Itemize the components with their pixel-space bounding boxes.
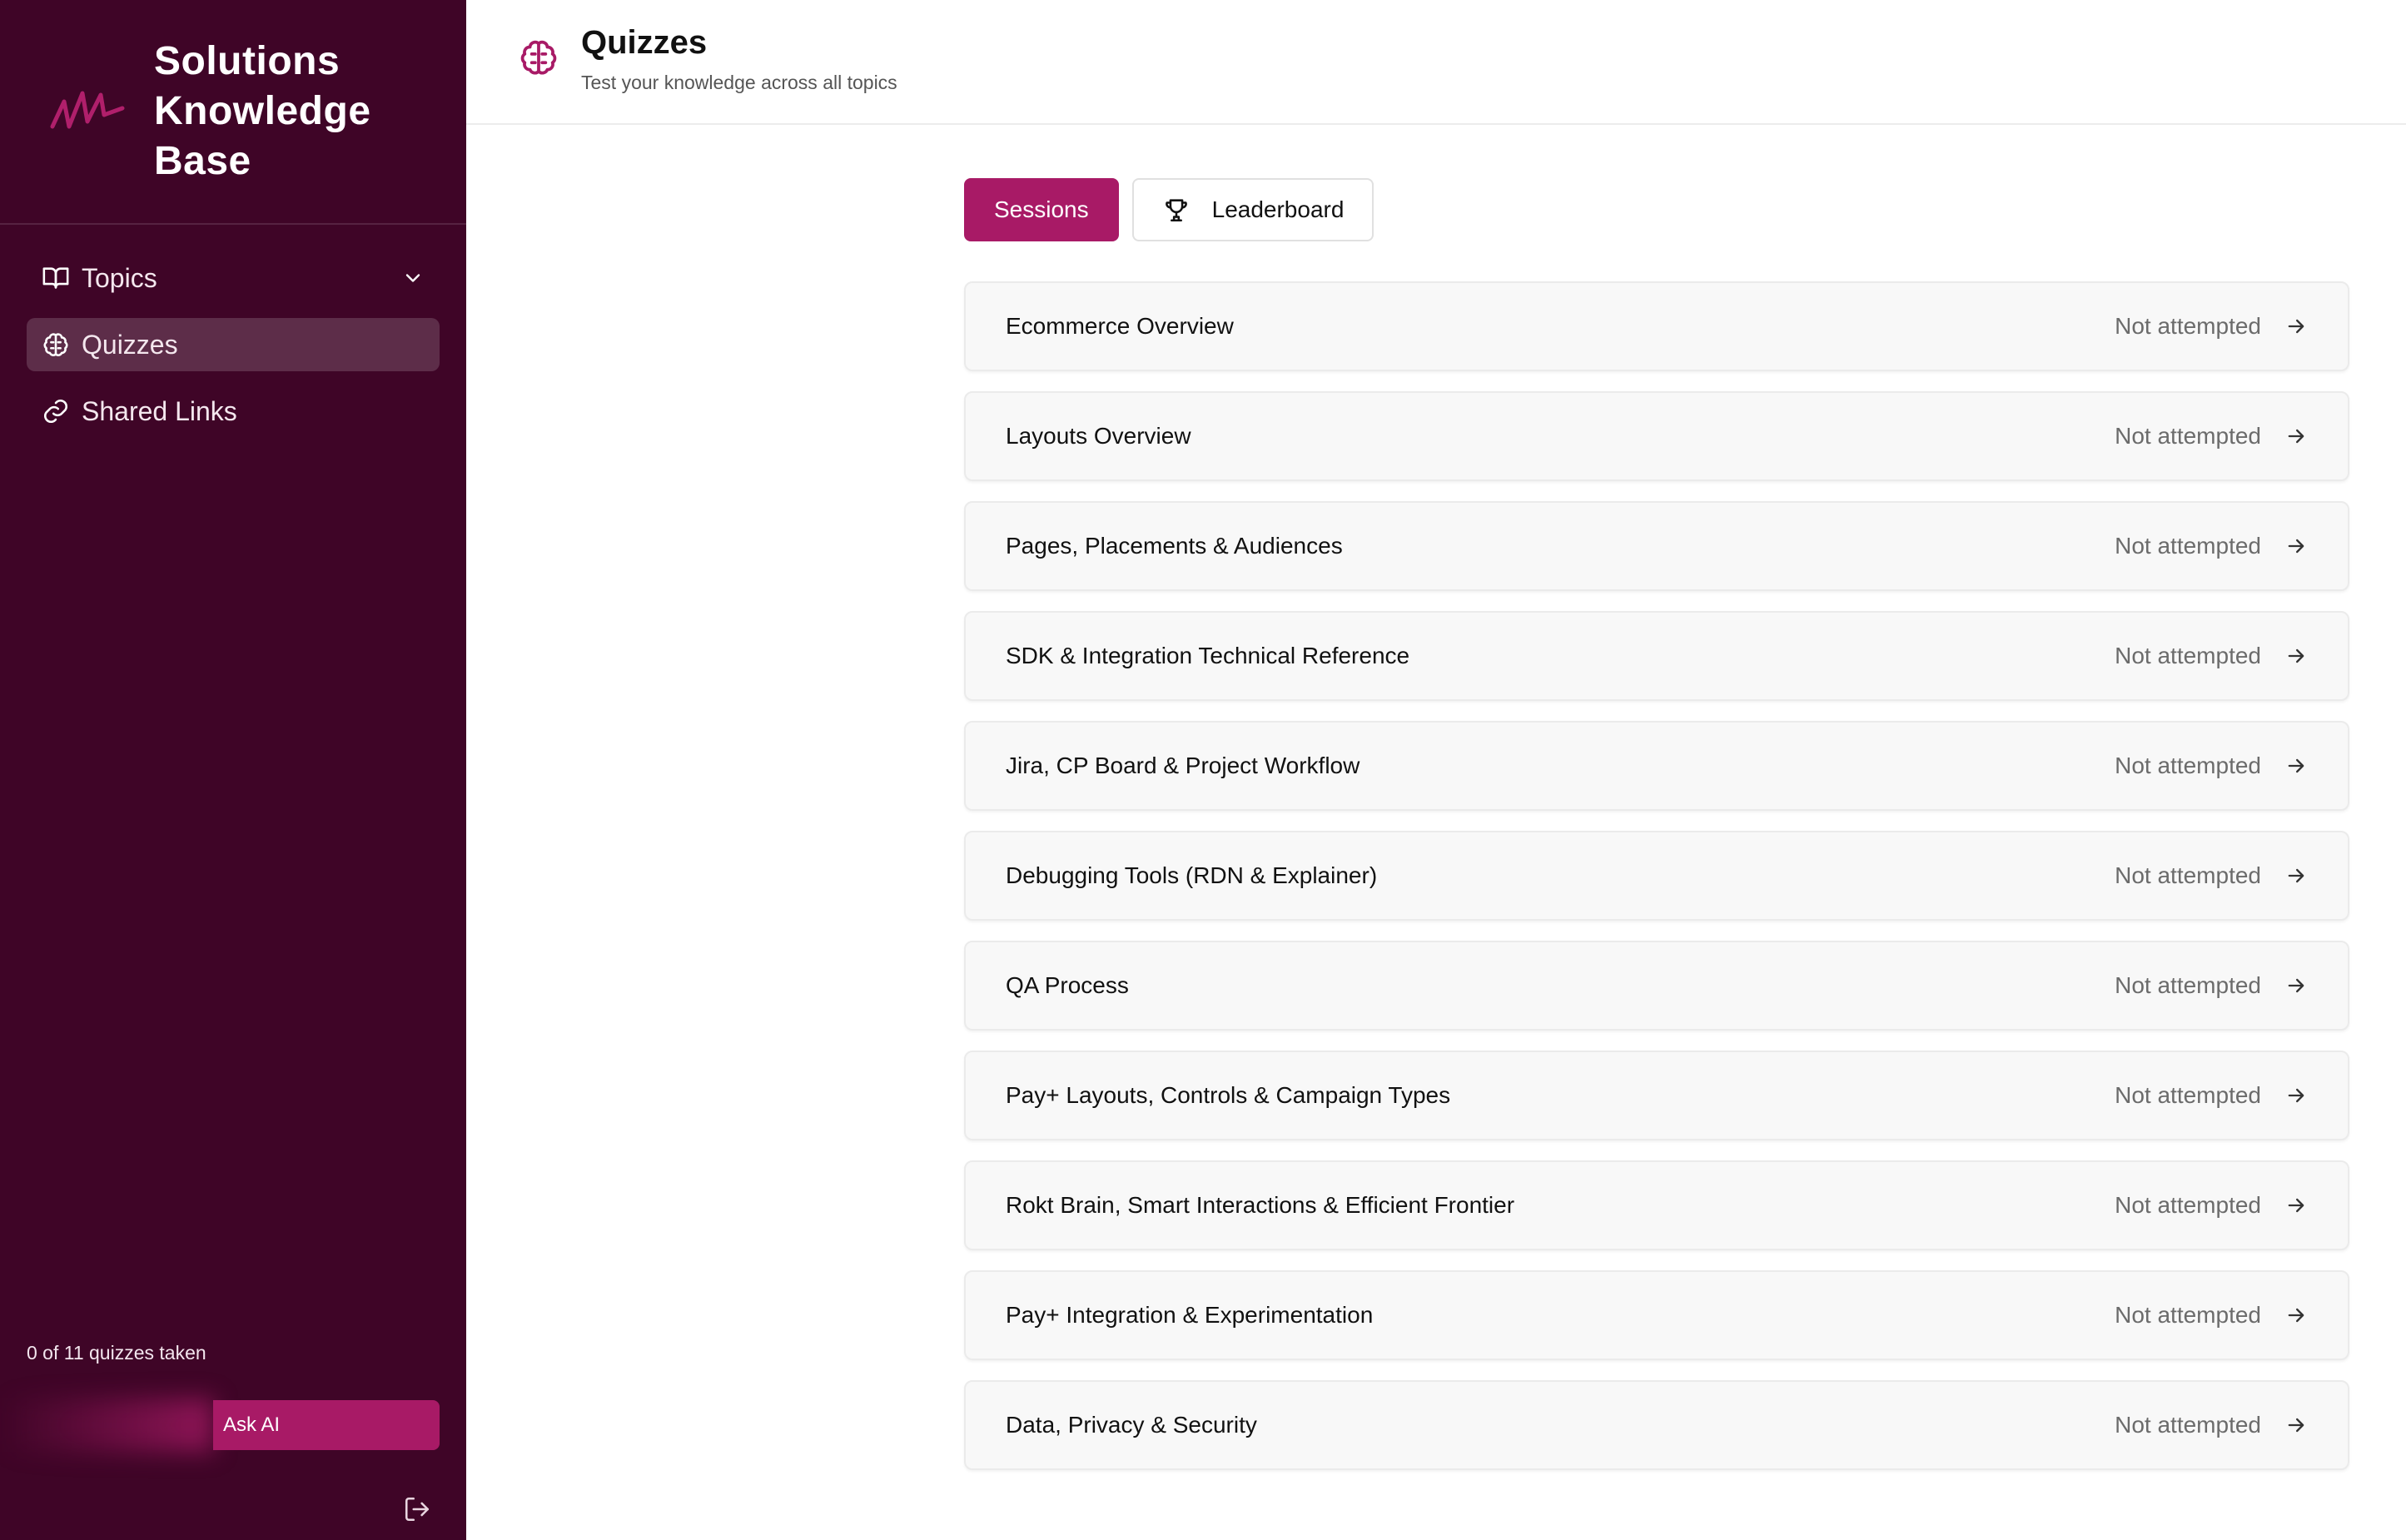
quiz-list: Ecommerce Overview Not attempted Layouts… [964, 281, 2349, 1470]
arrow-right-icon [2288, 868, 2304, 883]
quiz-list-item[interactable]: Layouts Overview Not attempted [964, 391, 2349, 481]
quiz-name: Ecommerce Overview [1006, 313, 1234, 339]
quiz-name: Layouts Overview [1006, 423, 1191, 449]
quiz-list-item[interactable]: Ecommerce Overview Not attempted [964, 281, 2349, 371]
quiz-name: Rokt Brain, Smart Interactions & Efficie… [1006, 1192, 1515, 1218]
main-content: Quizzes Test your knowledge across all t… [466, 0, 2406, 1540]
quiz-name: SDK & Integration Technical Reference [1006, 643, 1410, 668]
arrow-right-icon [2288, 319, 2304, 334]
quiz-list-item[interactable]: Debugging Tools (RDN & Explainer) Not at… [964, 831, 2349, 921]
quiz-status: Not attempted [2115, 1302, 2261, 1328]
quiz-status: Not attempted [2115, 862, 2261, 888]
quiz-name: Pay+ Integration & Experimentation [1006, 1302, 1374, 1328]
arrow-right-icon [2288, 1418, 2304, 1433]
brand-title: Solutions Knowledge Base [154, 39, 371, 183]
ask-ai-container: Ask AI [0, 1398, 440, 1452]
link-icon [43, 399, 68, 424]
quiz-list-item[interactable]: Jira, CP Board & Project Workflow Not at… [964, 721, 2349, 811]
quiz-status: Not attempted [2115, 643, 2261, 668]
quiz-status: Not attempted [2115, 1192, 2261, 1218]
quiz-status: Not attempted [2115, 423, 2261, 449]
quiz-name: Data, Privacy & Security [1006, 1412, 1257, 1438]
quiz-status: Not attempted [2115, 313, 2261, 339]
page-title: Quizzes [581, 24, 708, 61]
quiz-list-item[interactable]: QA Process Not attempted [964, 941, 2349, 1031]
quiz-status: Not attempted [2115, 533, 2261, 559]
quiz-list-item[interactable]: Pay+ Integration & Experimentation Not a… [964, 1270, 2349, 1360]
arrow-right-icon [2288, 978, 2304, 993]
arrow-right-icon [2288, 1308, 2304, 1323]
page-subtitle: Test your knowledge across all topics [581, 72, 897, 93]
arrow-right-icon [2288, 429, 2304, 444]
quiz-status: Not attempted [2115, 1082, 2261, 1108]
quiz-status: Not attempted [2115, 972, 2261, 998]
quiz-name: Debugging Tools (RDN & Explainer) [1006, 862, 1378, 888]
zigzag-logo-icon [50, 91, 125, 129]
arrow-right-icon [2288, 539, 2304, 554]
brain-icon [43, 333, 68, 356]
app-root: Solutions Knowledge Base Topics Quizzes … [0, 0, 2406, 1540]
sidebar-item-topics[interactable]: Topics [27, 251, 440, 305]
tab-leaderboard[interactable]: Leaderboard [1131, 178, 1375, 241]
quiz-status: Not attempted [2115, 753, 2261, 778]
header-text: Quizzes Test your knowledge across all t… [581, 23, 897, 94]
quiz-name: QA Process [1006, 972, 1129, 998]
arrow-right-icon [2288, 648, 2304, 663]
arrow-right-icon [2288, 1088, 2304, 1103]
sidebar: Solutions Knowledge Base Topics Quizzes … [0, 0, 466, 1540]
quiz-name: Pay+ Layouts, Controls & Campaign Types [1006, 1082, 1451, 1108]
arrow-right-icon [2288, 1198, 2304, 1213]
sidebar-item-label: Quizzes [82, 329, 178, 360]
sidebar-item-label: Shared Links [82, 395, 237, 426]
quiz-list-item[interactable]: Pages, Placements & Audiences Not attemp… [964, 501, 2349, 591]
arrow-right-icon [2288, 758, 2304, 773]
quiz-list-item[interactable]: SDK & Integration Technical Reference No… [964, 611, 2349, 701]
sidebar-item-shared-links[interactable]: Shared Links [27, 385, 440, 438]
quiz-list-item[interactable]: Data, Privacy & Security Not attempted [964, 1380, 2349, 1470]
sidebar-item-label: Topics [82, 262, 157, 293]
quiz-status: Not attempted [2115, 1412, 2261, 1438]
page-header: Quizzes Test your knowledge across all t… [466, 0, 2406, 125]
quiz-name: Jira, CP Board & Project Workflow [1006, 753, 1360, 778]
ask-ai-button[interactable]: Ask AI [213, 1400, 440, 1450]
trophy-icon [1165, 199, 1187, 222]
quiz-list-item[interactable]: Rokt Brain, Smart Interactions & Efficie… [964, 1160, 2349, 1250]
quiz-progress-text: 0 of 11 quizzes taken [27, 1342, 206, 1364]
book-open-icon [42, 267, 69, 289]
tab-label: Leaderboard [1211, 196, 1345, 222]
brain-icon [520, 40, 557, 75]
tab-bar: Sessions Leaderboard [964, 178, 2349, 241]
tab-label: Sessions [994, 196, 1089, 222]
chevron-down-icon[interactable] [401, 266, 425, 290]
logout-icon[interactable] [403, 1495, 431, 1523]
quiz-content: Sessions Leaderboard Ecommerce Overview … [964, 178, 2349, 1470]
quiz-name: Pages, Placements & Audiences [1006, 533, 1343, 559]
ask-ai-glow [0, 1398, 213, 1452]
tab-sessions[interactable]: Sessions [964, 178, 1119, 241]
brand: Solutions Knowledge Base [0, 0, 466, 225]
sidebar-item-quizzes[interactable]: Quizzes [27, 318, 440, 371]
sidebar-nav: Topics Quizzes Shared Links [0, 225, 466, 478]
quiz-list-item[interactable]: Pay+ Layouts, Controls & Campaign Types … [964, 1051, 2349, 1140]
